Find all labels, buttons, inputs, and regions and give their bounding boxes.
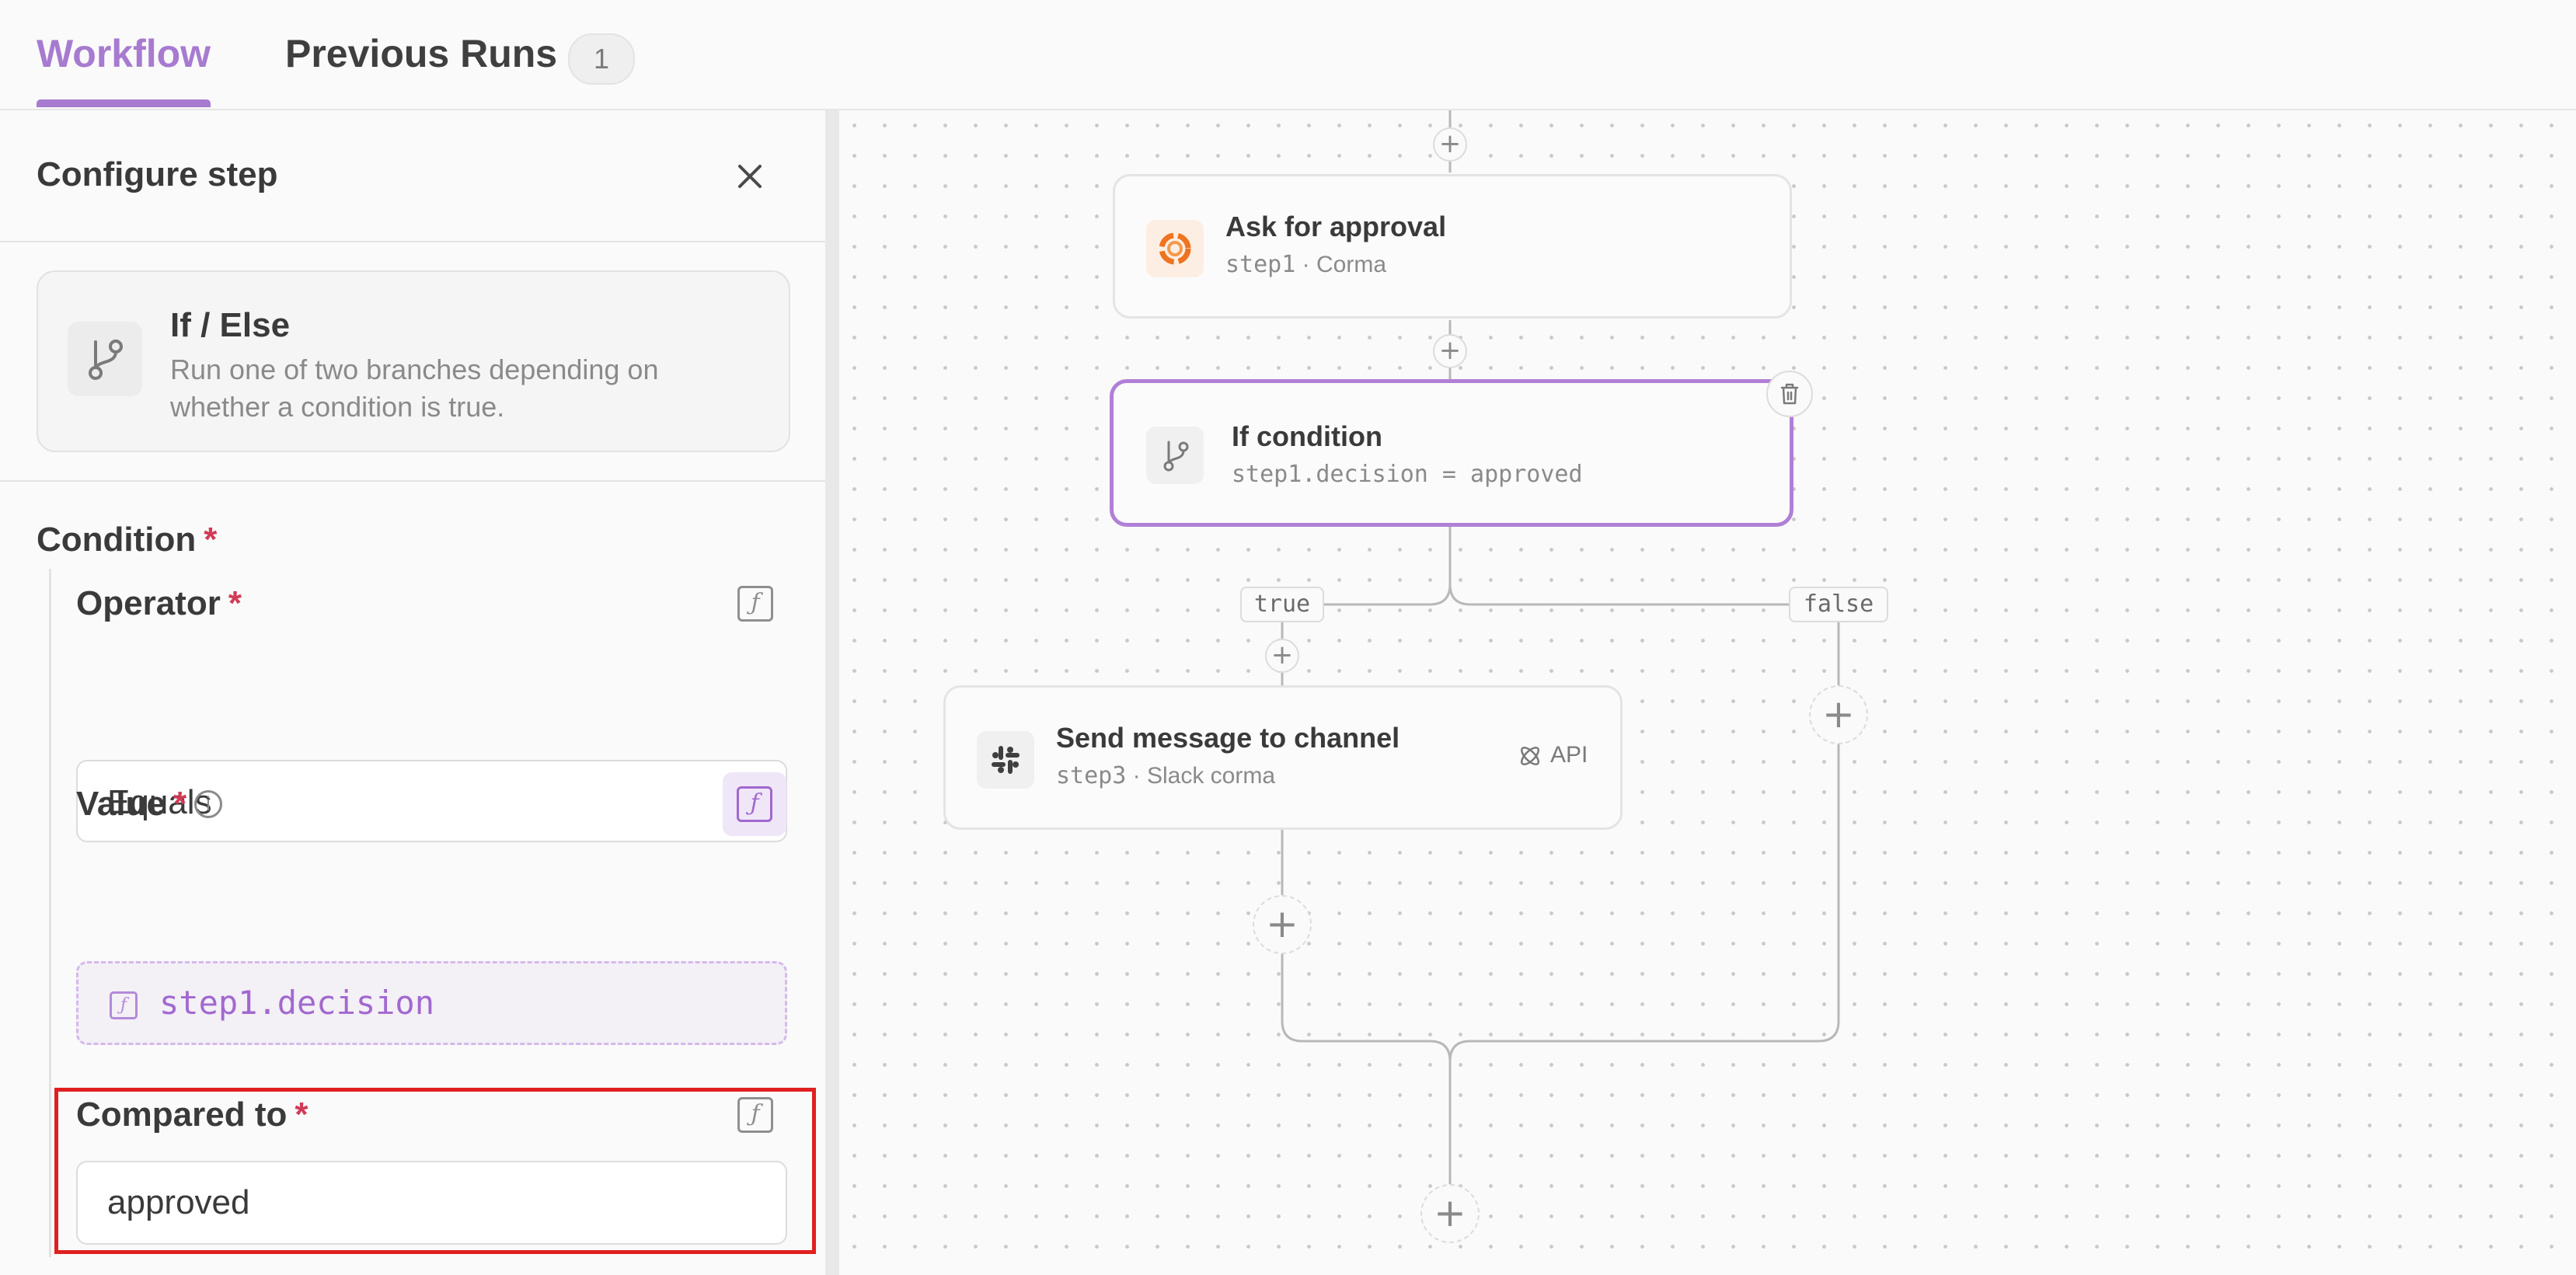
- add-true-branch-step-button[interactable]: +: [1253, 895, 1312, 954]
- node-if-condition[interactable]: If condition step1.decision = approved: [1110, 371, 1813, 527]
- node-send-message-to-channel[interactable]: Send message to channel step3 · Slack co…: [943, 685, 1623, 830]
- node-title: If condition: [1232, 420, 1382, 452]
- panel-resize-handle[interactable]: [825, 110, 839, 1275]
- add-false-branch-step-button[interactable]: +: [1809, 685, 1868, 744]
- value-label: Value *: [76, 785, 187, 823]
- required-asterisk: *: [228, 584, 242, 622]
- step-type-title: If / Else: [170, 306, 291, 344]
- slack-logo-icon: [992, 746, 1020, 774]
- tab-previous-runs[interactable]: Previous Runs: [285, 31, 557, 76]
- slack-logo-tile: [977, 731, 1034, 789]
- node-title: Send message to channel: [1056, 722, 1400, 754]
- operator-label: Operator *: [76, 584, 242, 622]
- git-branch-icon: [1163, 441, 1189, 472]
- delete-node-button[interactable]: [1766, 371, 1813, 417]
- operator-function-toggle[interactable]: ƒ: [737, 586, 773, 622]
- corma-logo-tile: [1146, 220, 1204, 277]
- info-icon[interactable]: i: [194, 790, 222, 818]
- branch-label-false: false: [1789, 587, 1888, 622]
- value-variable-field[interactable]: ƒ step1.decision: [76, 961, 787, 1045]
- divider: [0, 480, 825, 482]
- git-branch-icon: [89, 340, 123, 380]
- function-icon: ƒ: [110, 991, 138, 1019]
- step-type-description: Run one of two branches depending on whe…: [170, 354, 659, 423]
- step-type-card: If / Else Run one of two branches depend…: [37, 270, 790, 452]
- add-step-button[interactable]: +: [1433, 127, 1467, 162]
- node-expression: step1.decision = approved: [1232, 461, 1583, 488]
- branch-icon-tile: [1146, 427, 1204, 484]
- panel-title: Configure step: [37, 155, 278, 193]
- close-button[interactable]: [730, 157, 769, 196]
- required-asterisk: *: [204, 521, 218, 559]
- function-icon: ƒ: [751, 1100, 760, 1127]
- branch-icon-tile: [68, 322, 142, 396]
- condition-group-rail: [49, 569, 51, 1257]
- function-icon: ƒ: [751, 589, 760, 616]
- configure-step-panel: Configure step If / Else Run one of two …: [0, 110, 825, 1275]
- condition-label: Condition *: [37, 521, 218, 559]
- compared-to-input[interactable]: [76, 1161, 787, 1245]
- required-asterisk: *: [173, 785, 187, 823]
- compared-to-label: Compared to *: [76, 1096, 308, 1134]
- node-subtitle: step1 · Corma: [1225, 251, 1386, 278]
- active-tab-indicator: [37, 99, 211, 107]
- workflow-canvas[interactable]: + + + + + + Ask for approval step1 · Cor…: [839, 110, 2576, 1275]
- branch-label-true: true: [1240, 587, 1324, 622]
- corma-logo-icon: [1159, 232, 1191, 265]
- function-icon: ƒ: [737, 786, 772, 822]
- node-ask-for-approval[interactable]: Ask for approval step1 · Corma: [1113, 174, 1792, 319]
- close-icon: [738, 165, 762, 188]
- add-step-button[interactable]: +: [1433, 334, 1467, 368]
- api-tag: API: [1550, 742, 1588, 768]
- divider: [0, 241, 825, 242]
- add-step-button[interactable]: +: [1265, 639, 1299, 673]
- required-asterisk: *: [295, 1096, 308, 1134]
- previous-runs-count-badge: 1: [568, 33, 635, 85]
- value-function-toggle[interactable]: ƒ: [723, 772, 786, 836]
- tab-workflow[interactable]: Workflow: [37, 31, 211, 76]
- add-final-step-button[interactable]: +: [1420, 1184, 1480, 1243]
- compared-to-function-toggle[interactable]: ƒ: [737, 1097, 773, 1133]
- node-subtitle: step3 · Slack corma: [1056, 762, 1276, 789]
- api-icon: [1520, 746, 1540, 766]
- node-title: Ask for approval: [1225, 211, 1447, 242]
- value-variable-text: step1.decision: [159, 984, 435, 1022]
- top-tab-bar: Workflow Previous Runs 1: [0, 0, 2576, 110]
- trash-icon: [1780, 383, 1799, 405]
